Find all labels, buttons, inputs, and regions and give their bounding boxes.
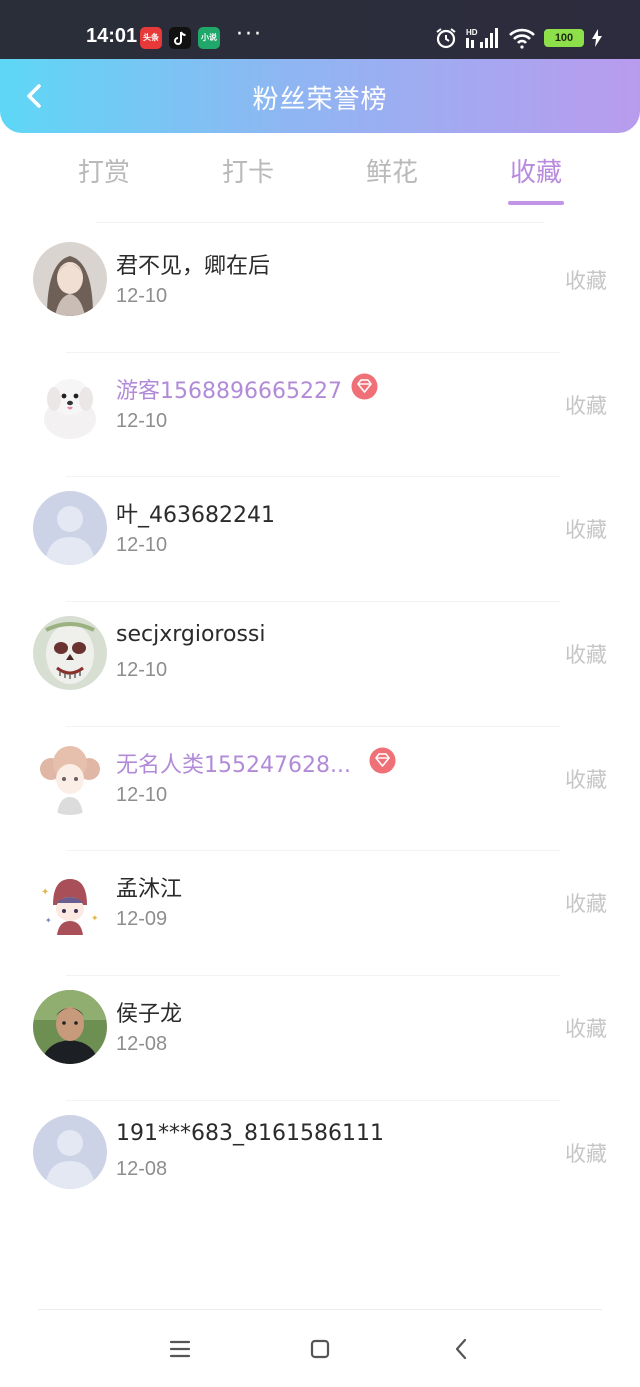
fan-name: 游客1568896665227: [116, 378, 342, 404]
fan-name: 191***683_8161586111: [116, 1120, 384, 1146]
fan-date: 12-08: [116, 1157, 168, 1180]
avatar: [33, 1114, 107, 1189]
fan-action: 收藏: [565, 269, 607, 293]
list-item[interactable]: 191***683_8161586111 12-08 收藏: [0, 1101, 640, 1226]
signal-icon: HD: [466, 28, 498, 48]
fan-date: 12-10: [116, 534, 168, 557]
avatar: [33, 616, 107, 691]
list-item[interactable]: ✦ ✦ ✦ 孟沐江 12-09 收藏: [0, 851, 640, 977]
alarm-icon: [436, 28, 456, 49]
fan-name: 无名人类155247628...: [116, 752, 351, 778]
fan-date: 12-09: [116, 908, 168, 931]
fan-action: 收藏: [565, 518, 607, 543]
tab-reward[interactable]: 打赏: [54, 152, 154, 189]
list-item[interactable]: 叶_463682241 12-10 收藏: [0, 477, 640, 603]
fan-list: 君不见，卿在后 12-10 收藏 游客1568896665227 12-10 收…: [0, 228, 640, 1226]
list-item[interactable]: 无名人类155247628... 12-10 收藏: [0, 727, 640, 852]
fan-date: 12-10: [116, 409, 168, 432]
fan-action: 收藏: [565, 892, 607, 917]
fan-action: 收藏: [565, 1017, 607, 1042]
more-notifications-icon: ···: [236, 22, 263, 47]
tab-checkin[interactable]: 打卡: [198, 152, 298, 189]
list-item[interactable]: 游客1568896665227 12-10 收藏: [0, 353, 640, 478]
page-title: 粉丝荣誉榜: [252, 85, 388, 115]
charging-icon: [592, 29, 602, 47]
novel-app-icon: 小说: [198, 27, 220, 49]
douyin-app-icon: [169, 27, 191, 49]
svg-text:HD: HD: [466, 28, 478, 37]
list-item[interactable]: 君不见，卿在后 12-10 收藏: [0, 228, 640, 353]
avatar: [33, 242, 107, 316]
fan-name: 侯子龙: [116, 1002, 183, 1028]
wifi-icon: [509, 28, 535, 49]
fan-date: 12-10: [116, 285, 168, 307]
tab-favorites-label: 收藏: [509, 158, 562, 188]
active-tab-indicator: [508, 201, 564, 205]
fan-name: secjxrgiorossi: [116, 622, 266, 648]
tab-bar: 打赏 打卡 鲜花 收藏: [0, 150, 640, 210]
status-bar: 14:01 头条 小说 ··· HD 100: [0, 0, 640, 59]
nav-bar-divider: [38, 1309, 602, 1310]
list-item[interactable]: secjxrgiorossi 12-10 收藏: [0, 602, 640, 727]
menu-icon[interactable]: [163, 1332, 197, 1366]
avatar: ✦ ✦ ✦: [33, 865, 107, 940]
avatar: [33, 491, 107, 566]
fan-action: 收藏: [565, 393, 607, 418]
vip-diamond-icon: [351, 373, 378, 400]
home-square-icon[interactable]: [303, 1332, 337, 1366]
toutiao-app-icon: 头条: [140, 27, 162, 49]
fan-name: 孟沐江: [116, 877, 183, 903]
fan-action: 收藏: [565, 643, 607, 668]
avatar: [33, 740, 107, 815]
fan-date: 12-10: [116, 783, 168, 806]
svg-text:✦: ✦: [91, 914, 99, 924]
fan-name: 叶_463682241: [116, 503, 275, 529]
tab-favorites[interactable]: 收藏: [486, 152, 586, 205]
fan-action: 收藏: [565, 1141, 607, 1166]
battery-indicator: 100: [544, 29, 584, 47]
fan-action: 收藏: [565, 767, 607, 792]
tabs-divider: [96, 222, 544, 223]
tab-flowers[interactable]: 鲜花: [342, 152, 442, 189]
fan-name: 君不见，卿在后: [116, 254, 271, 279]
status-time: 14:01: [86, 25, 138, 47]
status-indicators: HD 100: [434, 26, 602, 50]
fan-date: 12-08: [116, 1033, 168, 1056]
avatar: [33, 366, 107, 441]
avatar: [33, 990, 107, 1065]
list-item[interactable]: 侯子龙 12-08 收藏: [0, 976, 640, 1101]
back-triangle-icon[interactable]: [445, 1332, 479, 1366]
svg-text:✦: ✦: [45, 916, 52, 925]
vip-diamond-icon: [369, 747, 396, 774]
fan-date: 12-10: [116, 659, 168, 682]
svg-text:✦: ✦: [41, 887, 49, 898]
